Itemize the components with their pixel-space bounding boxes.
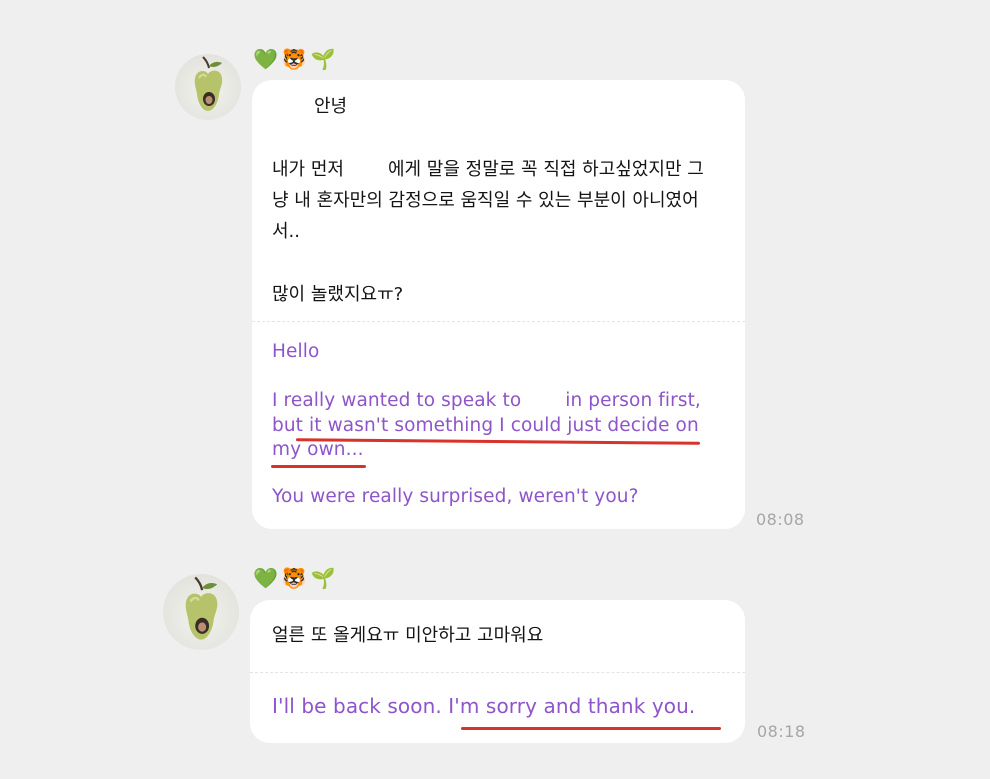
seedling-icon: 🌱 xyxy=(310,47,336,71)
red-underline xyxy=(271,465,366,468)
korean-line: 얼른 또 올게요ㅠ 미안하고 고마워요 xyxy=(272,625,544,646)
translation-divider xyxy=(252,321,745,322)
nickname-emojis: 💚 🐯 🌱 xyxy=(253,46,336,72)
message-timestamp: 08:18 xyxy=(757,722,806,741)
tiger-face-icon: 🐯 xyxy=(281,566,307,590)
translation-line-part: in person first, xyxy=(565,390,701,411)
translation-divider xyxy=(250,672,745,673)
message-bubble[interactable]: 얼른 또 올게요ㅠ 미안하고 고마워요 I'll be back soon. I… xyxy=(250,600,745,743)
translation-line: Hello xyxy=(272,341,320,362)
apple-avatar-icon xyxy=(194,56,223,111)
tiger-face-icon: 🐯 xyxy=(281,47,307,71)
translation-line: I really wanted to speak to in person fir… xyxy=(272,389,701,414)
green-heart-icon: 💚 xyxy=(253,566,278,590)
translation-line: I'll be back soon. I'm sorry and thank y… xyxy=(272,694,696,718)
korean-line: 많이 놀랬지요ㅠ? xyxy=(272,284,404,305)
korean-line: 냥 내 혼자만의 감정으로 움직일 수 있는 부분이 아니였어 xyxy=(272,190,699,211)
translation-line: but it wasn't something I could just dec… xyxy=(272,415,699,436)
sender-avatar[interactable] xyxy=(163,574,239,650)
seedling-icon: 🌱 xyxy=(310,566,336,590)
message-bubble[interactable]: 안녕 내가 먼저 에게 말을 정말로 꼭 직접 하고싶었지만 그 냥 내 혼자만의… xyxy=(252,80,745,529)
translation-line-part: I really wanted to speak to xyxy=(272,390,522,411)
nickname-emojis: 💚 🐯 🌱 xyxy=(253,565,336,591)
apple-avatar-icon xyxy=(185,576,218,640)
red-underline xyxy=(461,727,721,730)
sender-avatar[interactable] xyxy=(175,54,241,120)
korean-line: 내가 먼저 에게 말을 정말로 꼭 직접 하고싶었지만 그 xyxy=(272,154,704,185)
message-timestamp: 08:08 xyxy=(756,510,805,529)
green-heart-icon: 💚 xyxy=(253,47,278,71)
korean-line: 서.. xyxy=(272,221,301,242)
translation-line: You were really surprised, weren't you? xyxy=(272,486,639,507)
korean-line-part: 내가 먼저 xyxy=(272,159,344,180)
korean-line-part: 에게 말을 정말로 꼭 직접 하고싶었지만 그 xyxy=(387,159,704,180)
korean-greeting: 안녕 xyxy=(314,96,348,117)
